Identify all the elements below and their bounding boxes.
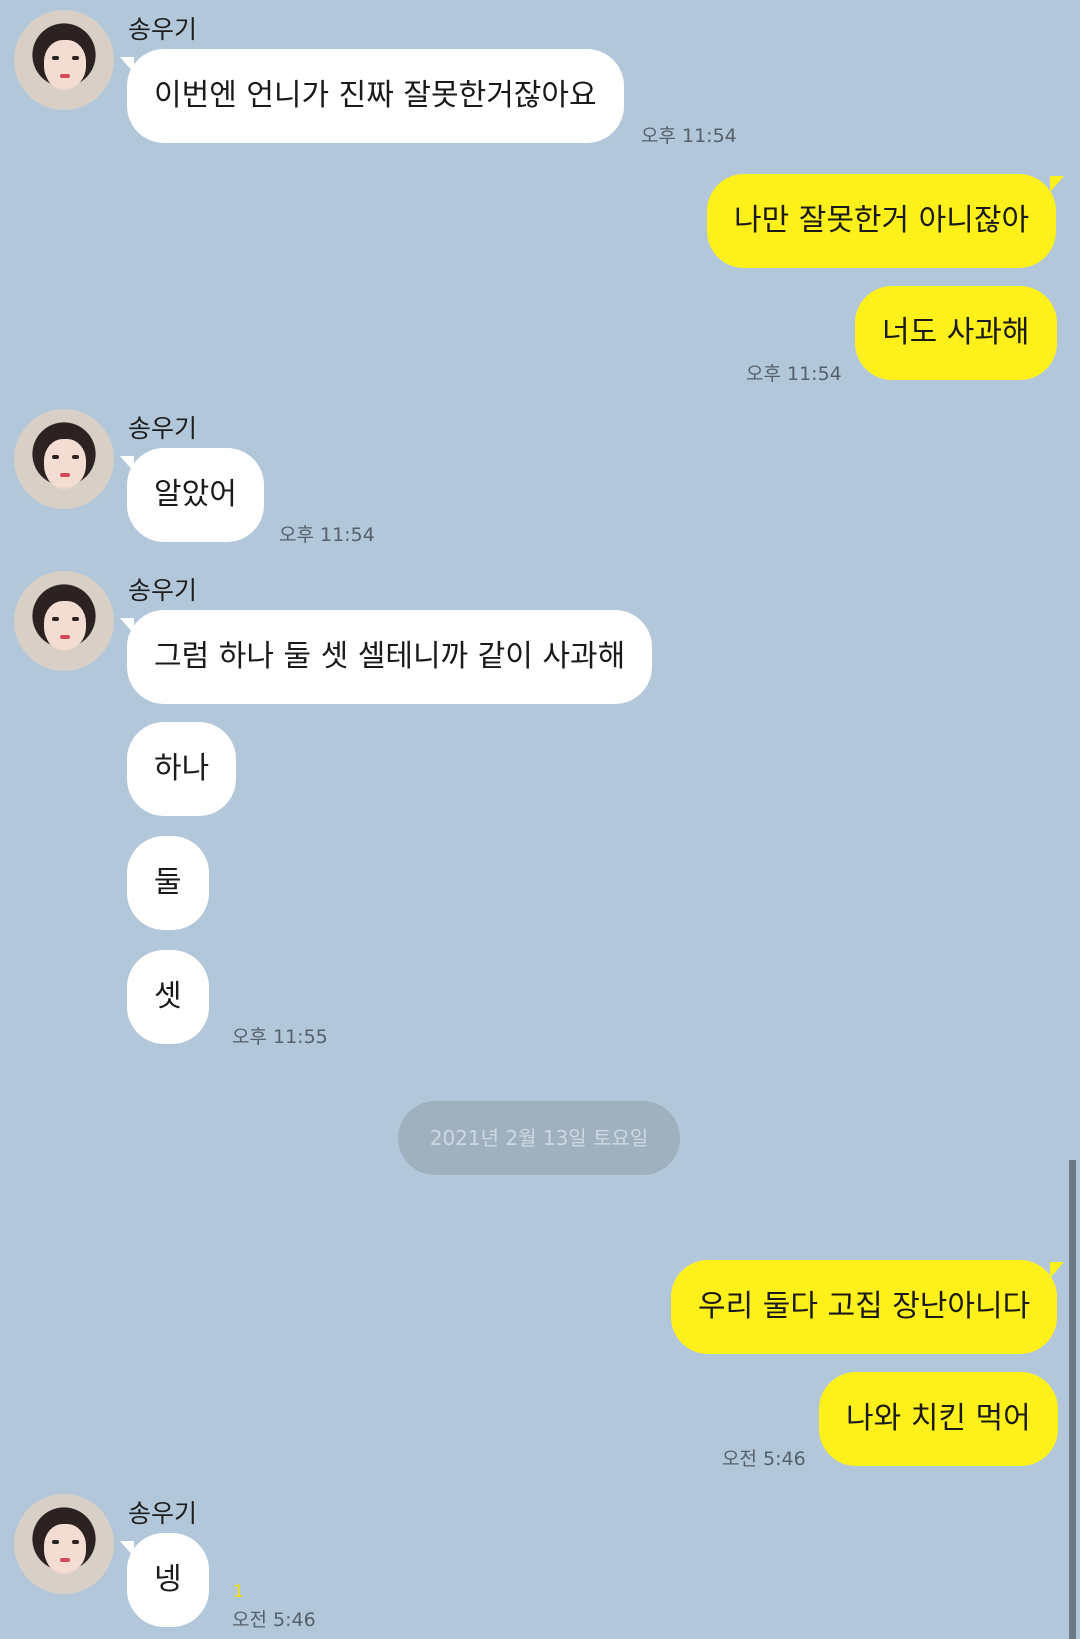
bubble-tail	[1050, 176, 1064, 192]
outgoing-message[interactable]: 너도 사과해	[855, 286, 1057, 380]
incoming-message[interactable]: 셋	[127, 950, 209, 1044]
avatar-lips	[60, 473, 70, 477]
incoming-message[interactable]: 그럼 하나 둘 셋 셀테니까 같이 사과해	[127, 610, 653, 704]
incoming-message[interactable]: 넹	[127, 1533, 209, 1627]
outgoing-message[interactable]: 우리 둘다 고집 장난아니다	[671, 1260, 1058, 1354]
avatar-eye	[52, 1540, 59, 1544]
sender-name: 송우기	[128, 15, 198, 44]
avatar-face	[44, 40, 86, 88]
avatar-eye	[72, 455, 79, 459]
scrollbar[interactable]	[1069, 1160, 1076, 1639]
sender-name: 송우기	[128, 576, 198, 605]
message-time: 오전 5:46	[232, 1609, 316, 1631]
incoming-message[interactable]: 이번엔 언니가 진짜 잘못한거잖아요	[127, 49, 624, 143]
avatar-eye	[72, 56, 79, 60]
avatar[interactable]	[14, 571, 114, 671]
avatar-eye	[52, 455, 59, 459]
avatar-eye	[52, 56, 59, 60]
avatar-eye	[72, 617, 79, 621]
incoming-message[interactable]: 둘	[127, 836, 209, 930]
bubble-tail	[1050, 1262, 1064, 1278]
message-time: 오후 11:54	[279, 524, 375, 546]
date-divider: 2021년 2월 13일 토요일	[398, 1101, 680, 1175]
outgoing-message[interactable]: 나와 치킨 먹어	[819, 1372, 1058, 1466]
message-time: 오후 11:55	[232, 1026, 328, 1048]
avatar-lips	[60, 1558, 70, 1562]
avatar-face	[44, 439, 86, 487]
avatar-lips	[60, 635, 70, 639]
incoming-message[interactable]: 알았어	[127, 448, 264, 542]
avatar[interactable]	[14, 1494, 114, 1594]
sender-name: 송우기	[128, 414, 198, 443]
incoming-message[interactable]: 하나	[127, 722, 237, 816]
message-time: 오전 5:46	[722, 1448, 806, 1470]
avatar[interactable]	[14, 10, 114, 110]
outgoing-message[interactable]: 나만 잘못한거 아니잖아	[707, 174, 1057, 268]
unread-count: 1	[233, 1582, 244, 1602]
avatar[interactable]	[14, 409, 114, 509]
message-time: 오후 11:54	[746, 363, 842, 385]
avatar-lips	[60, 74, 70, 78]
avatar-face	[44, 601, 86, 649]
message-time: 오후 11:54	[641, 125, 737, 147]
avatar-eye	[52, 617, 59, 621]
sender-name: 송우기	[128, 1499, 198, 1528]
avatar-eye	[72, 1540, 79, 1544]
avatar-face	[44, 1524, 86, 1572]
